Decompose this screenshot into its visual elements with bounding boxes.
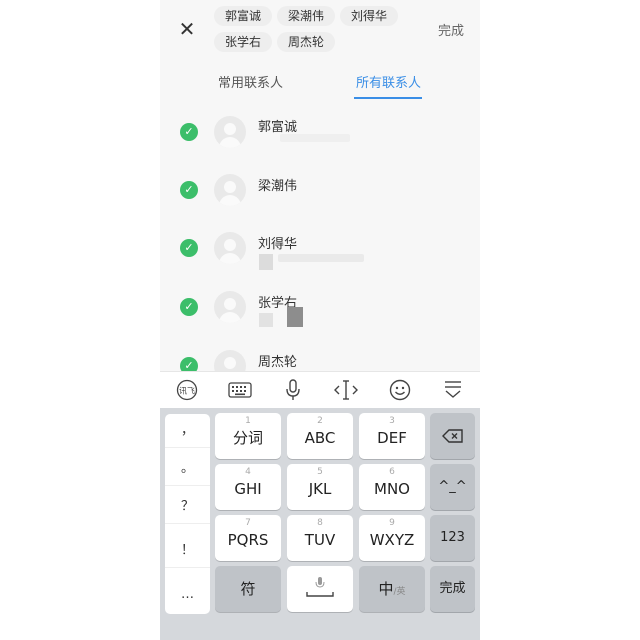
- key-label: 分词: [232, 429, 263, 447]
- punctuation-list: ， 。 ？ ！ …: [165, 414, 210, 614]
- punctuation-key[interactable]: …: [165, 578, 210, 612]
- blurred-text: [259, 313, 273, 327]
- ime-toolbar: 讯飞: [160, 371, 480, 408]
- symbol-label: 符: [240, 580, 256, 598]
- done-button[interactable]: 完成: [438, 20, 464, 39]
- key-3[interactable]: 3 DEF: [359, 413, 425, 459]
- blurred-text: [287, 307, 303, 327]
- tab-frequent-contacts[interactable]: 常用联系人: [218, 72, 283, 91]
- avatar: [214, 232, 246, 264]
- key-9[interactable]: 9 WXYZ: [359, 515, 425, 561]
- keyboard-done-button[interactable]: 完成: [430, 566, 475, 612]
- key-label: DEF: [377, 429, 407, 447]
- space-microphone-icon: [306, 577, 334, 597]
- key-number: 2: [317, 416, 323, 426]
- selected-chip[interactable]: 刘得华: [340, 6, 399, 26]
- contact-row[interactable]: ✓ 周杰轮: [160, 344, 480, 371]
- blurred-text: [259, 254, 273, 270]
- emoticon-button[interactable]: ^_^: [430, 464, 475, 510]
- emoji-icon[interactable]: [387, 378, 413, 402]
- key-number: 7: [245, 518, 251, 528]
- punctuation-key[interactable]: 。: [165, 452, 210, 486]
- key-4[interactable]: 4 GHI: [215, 464, 281, 510]
- text-cursor-icon[interactable]: [333, 378, 359, 402]
- selected-chip[interactable]: 梁潮伟: [277, 6, 336, 26]
- key-label: MNO: [374, 480, 410, 498]
- key-number: 3: [389, 416, 395, 426]
- space-button[interactable]: [287, 566, 353, 612]
- xunfei-logo-text: 讯飞: [179, 387, 195, 396]
- selected-chip[interactable]: 张学右: [214, 32, 273, 52]
- phone-screen: ✕ 郭富诚 梁潮伟 刘得华 张学右 周杰轮 完成 常用联系人 所有联系人 ✓ 郭…: [160, 0, 480, 640]
- backspace-button[interactable]: [430, 413, 475, 459]
- key-number: 9: [389, 518, 395, 528]
- key-5[interactable]: 5 JKL: [287, 464, 353, 510]
- xunfei-logo-icon[interactable]: 讯飞: [174, 378, 200, 402]
- backspace-icon: [441, 428, 463, 443]
- checkmark-icon[interactable]: ✓: [180, 181, 198, 199]
- collapse-keyboard-icon[interactable]: [440, 378, 466, 402]
- keyboard-icon[interactable]: [227, 378, 253, 402]
- key-label: ABC: [304, 429, 336, 447]
- key-2[interactable]: 2 ABC: [287, 413, 353, 459]
- close-icon[interactable]: ✕: [178, 18, 196, 40]
- avatar: [214, 116, 246, 148]
- checkmark-icon[interactable]: ✓: [180, 239, 198, 257]
- avatar: [214, 174, 246, 206]
- keyboard: ， 。 ？ ！ … 1 分词 2 ABC 3 DEF 4 GHI 5 JKL 6 MNO ^…: [160, 408, 480, 640]
- key-6[interactable]: 6 MNO: [359, 464, 425, 510]
- blurred-text: [278, 254, 364, 262]
- language-switch-button[interactable]: 中/英: [359, 566, 425, 612]
- contact-name: 郭富诚: [258, 120, 298, 135]
- key-1[interactable]: 1 分词: [215, 413, 281, 459]
- key-number: 8: [317, 518, 323, 528]
- checkmark-icon[interactable]: ✓: [180, 357, 198, 371]
- contact-row[interactable]: ✓ 刘得华: [160, 226, 480, 284]
- tab-all-contacts[interactable]: 所有联系人: [356, 72, 421, 91]
- key-label: PQRS: [227, 531, 269, 549]
- avatar: [214, 350, 246, 371]
- numbers-button[interactable]: 123: [430, 515, 475, 561]
- contact-name: 梁潮伟: [258, 179, 298, 194]
- contact-row[interactable]: ✓ 张学右: [160, 285, 480, 343]
- selected-chip[interactable]: 周杰轮: [277, 32, 336, 52]
- lang-label: 中: [378, 580, 394, 598]
- punctuation-key[interactable]: ！: [165, 534, 210, 568]
- contact-name: 刘得华: [258, 237, 298, 252]
- lang-sub-label: /英: [393, 587, 406, 597]
- key-7[interactable]: 7 PQRS: [215, 515, 281, 561]
- key-label: JKL: [308, 480, 332, 498]
- punctuation-key[interactable]: ？: [165, 490, 210, 524]
- contact-row[interactable]: ✓ 梁潮伟: [160, 167, 480, 225]
- key-number: 6: [389, 467, 395, 477]
- key-label: GHI: [234, 480, 262, 498]
- key-8[interactable]: 8 TUV: [287, 515, 353, 561]
- checkmark-icon[interactable]: ✓: [180, 123, 198, 141]
- selected-chip[interactable]: 郭富诚: [214, 6, 273, 26]
- key-number: 4: [245, 467, 251, 477]
- key-number: 1: [245, 416, 251, 426]
- active-tab-indicator: [354, 97, 422, 99]
- checkmark-icon[interactable]: ✓: [180, 298, 198, 316]
- microphone-icon[interactable]: [280, 378, 306, 402]
- key-number: 5: [317, 467, 323, 477]
- blurred-text: [280, 134, 350, 142]
- key-label: WXYZ: [369, 531, 415, 549]
- contact-name: 周杰轮: [258, 355, 298, 370]
- punctuation-key[interactable]: ，: [165, 414, 210, 448]
- symbol-button[interactable]: 符: [215, 566, 281, 612]
- avatar: [214, 291, 246, 323]
- contact-row[interactable]: ✓ 郭富诚: [160, 108, 480, 166]
- key-label: TUV: [304, 531, 336, 549]
